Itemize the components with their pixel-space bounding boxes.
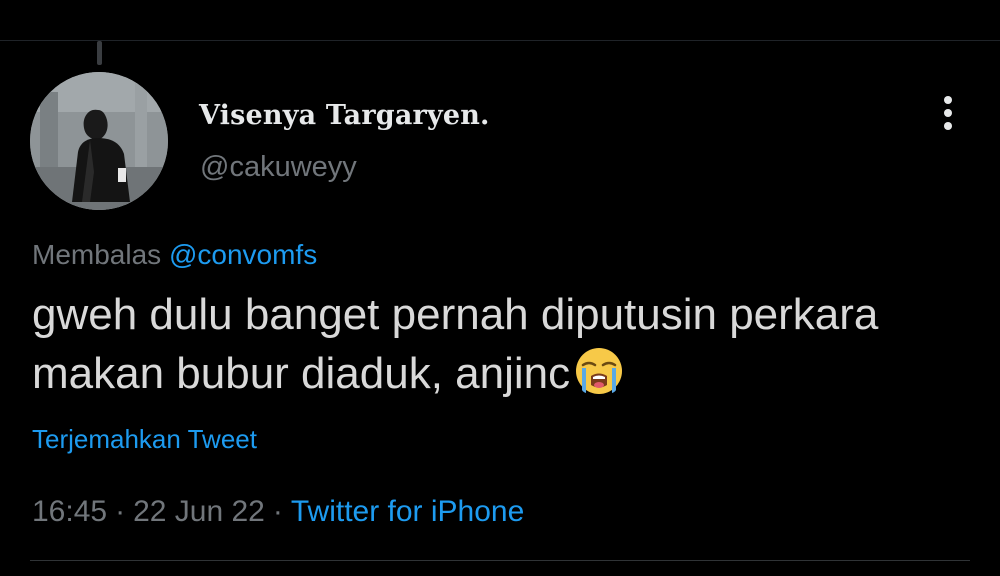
replying-to-prefix: Membalas xyxy=(32,239,162,270)
avatar[interactable] xyxy=(30,72,168,210)
loudly-crying-face-icon xyxy=(576,348,623,394)
bottom-divider xyxy=(30,560,970,561)
more-options-button[interactable] xyxy=(930,92,966,134)
separator-dot: · xyxy=(115,495,126,528)
tweet-time[interactable]: 16:45 xyxy=(32,495,107,528)
thread-connector-line xyxy=(97,41,102,65)
avatar-photo xyxy=(30,72,168,210)
tweet-metadata: 16:45 · 22 Jun 22 · Twitter for iPhone xyxy=(32,495,524,529)
top-divider xyxy=(0,40,1000,41)
tweet-source-link[interactable]: Twitter for iPhone xyxy=(291,495,524,528)
tweet-body: gweh dulu banget pernah diputusin perkar… xyxy=(32,285,972,403)
more-vertical-icon xyxy=(944,96,952,130)
tweet-text: gweh dulu banget pernah diputusin perkar… xyxy=(32,290,879,398)
replying-to: Membalas @convomfs xyxy=(32,239,317,271)
author-handle[interactable]: @cakuweyy xyxy=(200,151,357,184)
author-display-name[interactable]: Visenya Targaryen. xyxy=(199,100,490,131)
reply-mention-link[interactable]: @convomfs xyxy=(169,239,317,270)
separator-dot: · xyxy=(272,495,283,528)
tweet-date[interactable]: 22 Jun 22 xyxy=(133,495,265,528)
translate-tweet-link[interactable]: Terjemahkan Tweet xyxy=(32,424,257,455)
